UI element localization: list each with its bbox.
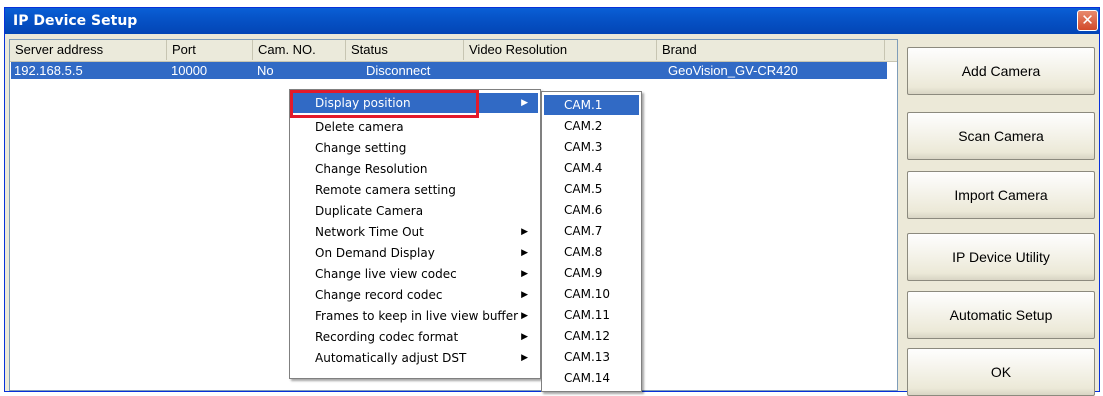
menu-item-on-demand-display[interactable]: On Demand Display ▶ xyxy=(292,243,538,263)
col-header-video-resolution[interactable]: Video Resolution xyxy=(464,40,657,60)
menu-item-label: Recording codec format xyxy=(315,330,459,344)
menu-item-network-time-out[interactable]: Network Time Out ▶ xyxy=(292,222,538,242)
scan-camera-button[interactable]: Scan Camera xyxy=(907,112,1095,160)
menu-item-label: Network Time Out xyxy=(315,225,424,239)
submenu-arrow-icon: ▶ xyxy=(521,290,528,300)
menu-item-label: Change record codec xyxy=(315,288,443,302)
submenu-item-cam-13[interactable]: CAM.13 xyxy=(544,347,639,367)
menu-item-label: Duplicate Camera xyxy=(315,204,424,218)
submenu-arrow-icon: ▶ xyxy=(521,227,528,237)
context-menu: Display position ▶ Delete camera Change … xyxy=(289,89,541,379)
menu-item-change-record-codec[interactable]: Change record codec ▶ xyxy=(292,285,538,305)
import-camera-button[interactable]: Import Camera xyxy=(907,171,1095,219)
submenu-item-cam-8[interactable]: CAM.8 xyxy=(544,242,639,262)
menu-item-label: Change setting xyxy=(315,141,407,155)
col-header-status[interactable]: Status xyxy=(346,40,464,60)
menu-item-label: Delete camera xyxy=(315,120,404,134)
menu-item-label: Change Resolution xyxy=(315,162,428,176)
cell-brand: GeoVision_GV-CR420 xyxy=(668,63,798,78)
submenu-item-cam-10[interactable]: CAM.10 xyxy=(544,284,639,304)
menu-item-label: On Demand Display xyxy=(315,246,435,260)
menu-item-duplicate-camera[interactable]: Duplicate Camera xyxy=(292,201,538,221)
submenu-item-cam-14[interactable]: CAM.14 xyxy=(544,368,639,388)
submenu-item-cam-12[interactable]: CAM.12 xyxy=(544,326,639,346)
menu-item-label: Remote camera setting xyxy=(315,183,456,197)
cell-server-address: 192.168.5.5 xyxy=(14,63,83,78)
submenu-item-cam-11[interactable]: CAM.11 xyxy=(544,305,639,325)
menu-item-display-position[interactable]: Display position ▶ xyxy=(292,93,538,113)
menu-item-frames-to-keep[interactable]: Frames to keep in live view buffer ▶ xyxy=(292,306,538,326)
col-header-brand[interactable]: Brand xyxy=(657,40,885,60)
menu-item-label: Display position xyxy=(315,96,411,110)
col-header-server-address[interactable]: Server address xyxy=(10,40,167,60)
table-row[interactable]: 192.168.5.5 10000 No Disconnect GeoVisio… xyxy=(11,62,887,79)
menu-item-recording-codec-format[interactable]: Recording codec format ▶ xyxy=(292,327,538,347)
menu-item-label: Automatically adjust DST xyxy=(315,351,467,365)
display-position-submenu: CAM.1 CAM.2 CAM.3 CAM.4 CAM.5 CAM.6 CAM.… xyxy=(541,91,642,392)
submenu-item-cam-7[interactable]: CAM.7 xyxy=(544,221,639,241)
menu-item-delete-camera[interactable]: Delete camera xyxy=(292,117,538,137)
ok-button[interactable]: OK xyxy=(907,348,1095,396)
submenu-arrow-icon: ▶ xyxy=(521,311,528,321)
menu-item-auto-adjust-dst[interactable]: Automatically adjust DST ▶ xyxy=(292,348,538,368)
table-header: Server address Port Cam. NO. Status Vide… xyxy=(10,40,897,62)
col-header-cam-no[interactable]: Cam. NO. xyxy=(253,40,346,60)
submenu-item-cam-4[interactable]: CAM.4 xyxy=(544,158,639,178)
window-title: IP Device Setup xyxy=(13,13,138,29)
submenu-arrow-icon: ▶ xyxy=(521,332,528,342)
cell-port: 10000 xyxy=(171,63,208,78)
close-icon[interactable]: ✕ xyxy=(1077,10,1098,31)
submenu-arrow-icon: ▶ xyxy=(521,98,528,108)
add-camera-button[interactable]: Add Camera xyxy=(907,47,1095,95)
submenu-item-cam-6[interactable]: CAM.6 xyxy=(544,200,639,220)
cell-video-resolution xyxy=(465,62,468,79)
submenu-item-cam-5[interactable]: CAM.5 xyxy=(544,179,639,199)
menu-item-change-live-view-codec[interactable]: Change live view codec ▶ xyxy=(292,264,538,284)
cell-status: Disconnect xyxy=(366,63,431,78)
col-header-port[interactable]: Port xyxy=(167,40,253,60)
automatic-setup-button[interactable]: Automatic Setup xyxy=(907,291,1095,339)
submenu-arrow-icon: ▶ xyxy=(521,248,528,258)
menu-item-label: Frames to keep in live view buffer xyxy=(315,309,519,323)
menu-item-change-setting[interactable]: Change setting xyxy=(292,138,538,158)
submenu-item-cam-3[interactable]: CAM.3 xyxy=(544,137,639,157)
ip-device-utility-button[interactable]: IP Device Utility xyxy=(907,233,1095,281)
menu-item-remote-camera-setting[interactable]: Remote camera setting xyxy=(292,180,538,200)
title-bar: IP Device Setup ✕ xyxy=(5,8,1099,34)
submenu-arrow-icon: ▶ xyxy=(521,353,528,363)
submenu-item-cam-1[interactable]: CAM.1 xyxy=(544,95,639,115)
submenu-item-cam-2[interactable]: CAM.2 xyxy=(544,116,639,136)
submenu-arrow-icon: ▶ xyxy=(521,269,528,279)
submenu-item-cam-9[interactable]: CAM.9 xyxy=(544,263,639,283)
menu-item-label: Change live view codec xyxy=(315,267,457,281)
cell-cam-no: No xyxy=(257,63,274,78)
menu-item-change-resolution[interactable]: Change Resolution xyxy=(292,159,538,179)
